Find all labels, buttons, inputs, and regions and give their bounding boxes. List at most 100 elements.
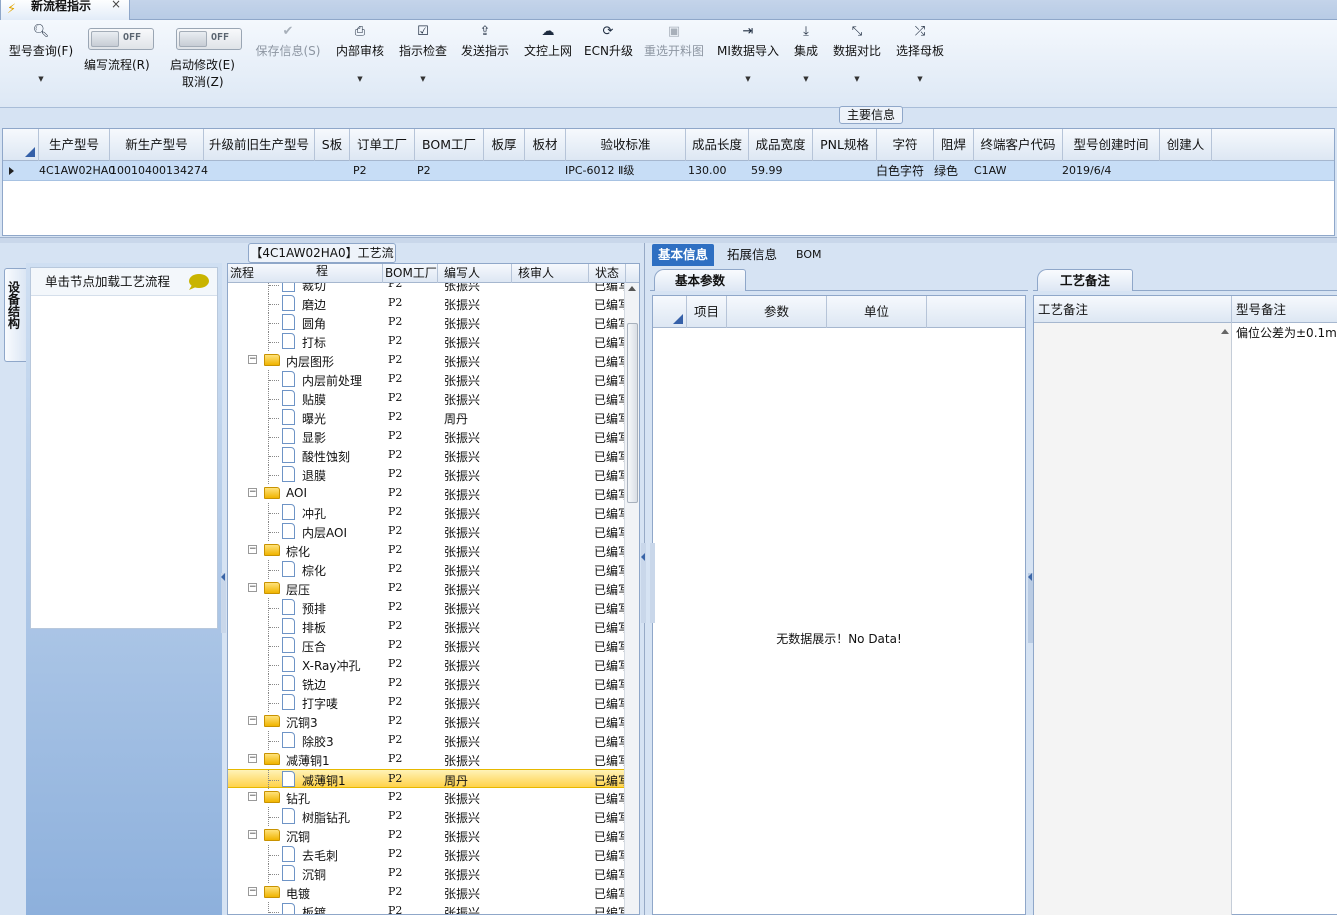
tree-row[interactable]: − 层压 P2 张振兴 已编写 (228, 579, 626, 598)
tree-row[interactable]: 树脂钻孔 P2 张振兴 已编写 (228, 807, 626, 826)
tree-row[interactable]: 内层AOI P2 张振兴 已编写 (228, 522, 626, 541)
chevron-down-icon[interactable]: ▼ (789, 75, 823, 83)
col-customer-code[interactable]: 终端客户代码 (974, 129, 1063, 161)
col-new-model[interactable]: 新生产型号 (110, 129, 204, 161)
doc-online-button[interactable]: ☁ 文控上网 (521, 20, 575, 108)
close-tab-icon[interactable]: × (111, 0, 121, 11)
tree-row[interactable]: − 沉铜 P2 张振兴 已编写 (228, 826, 626, 845)
collapse-icon[interactable]: − (248, 887, 257, 896)
grid-corner[interactable] (653, 296, 687, 328)
collapse-icon[interactable]: − (248, 355, 257, 364)
tab-extended-info[interactable]: 拓展信息 (721, 244, 783, 266)
tree-row[interactable]: 去毛刺 P2 张振兴 已编写 (228, 845, 626, 864)
select-template-button[interactable]: ⤮ 选择母板 ▼ (893, 20, 947, 108)
collapse-icon[interactable]: − (248, 754, 257, 763)
collapse-icon[interactable]: − (248, 545, 257, 554)
col-character[interactable]: 字符 (877, 129, 934, 161)
collapse-icon[interactable]: − (248, 716, 257, 725)
collapse-icon[interactable]: − (248, 583, 257, 592)
tree-row[interactable]: 打标 P2 张振兴 已编写 (228, 332, 626, 351)
tree-row[interactable]: 裁切 P2 张振兴 已编写 (228, 283, 626, 294)
cell-model[interactable]: 4C1AW02HA0 (39, 161, 115, 181)
grid-corner[interactable] (3, 129, 39, 161)
table-row[interactable]: 4C1AW02HA0 10010400134274 P2 P2 IPC-6012… (3, 161, 1334, 181)
param-col-item[interactable]: 项目 (687, 296, 727, 328)
send-instruction-button[interactable]: ⇪ 发送指示 (458, 20, 512, 108)
process-remark-textarea[interactable] (1034, 323, 1232, 915)
col-bom-factory[interactable]: BOM工厂 (415, 129, 484, 161)
col-created[interactable]: 型号创建时间 (1063, 129, 1160, 161)
cell-bom-factory[interactable]: P2 (417, 161, 431, 181)
tree-row[interactable]: − 棕化 P2 张振兴 已编写 (228, 541, 626, 560)
tree-col-bom[interactable]: BOM工厂 (383, 264, 438, 283)
ecn-upgrade-button[interactable]: ⟳ ECN升级 (584, 20, 633, 108)
cell-created[interactable]: 2019/6/4 (1062, 161, 1111, 181)
tab-process-remark[interactable]: 工艺备注 (1037, 269, 1133, 291)
tree-row[interactable]: 压合 P2 张振兴 已编写 (228, 636, 626, 655)
tree-col-flow[interactable]: 流程 (228, 264, 383, 283)
cell-character[interactable]: 白色字符 (876, 161, 924, 181)
tree-row[interactable]: 打字唛 P2 张振兴 已编写 (228, 693, 626, 712)
reselect-material-map-button[interactable]: ▣ 重选开料图 (641, 20, 707, 108)
mid-splitter-grip[interactable] (650, 543, 655, 623)
cancel-button[interactable]: 取消(Z) (182, 73, 224, 90)
tab-equipment-structure[interactable]: 设备结构 (4, 268, 26, 362)
col-thickness[interactable]: 板厚 (484, 129, 525, 161)
tree-scrollbar[interactable] (624, 283, 639, 914)
tree-row[interactable]: 板镀 P2 张振兴 已编写 (228, 902, 626, 914)
tree-row[interactable]: 沉铜 P2 张振兴 已编写 (228, 864, 626, 883)
param-col-unit[interactable]: 单位 (827, 296, 927, 328)
write-flow-toggle[interactable]: OFF (88, 28, 154, 50)
tree-row[interactable]: − 内层图形 P2 张振兴 已编写 (228, 351, 626, 370)
col-order-factory[interactable]: 订单工厂 (350, 129, 415, 161)
cell-length[interactable]: 130.00 (688, 161, 727, 181)
tree-row[interactable]: 除胶3 P2 张振兴 已编写 (228, 731, 626, 750)
tree-col-reviewer[interactable]: 核审人 (512, 264, 589, 283)
col-model-remark[interactable]: 型号备注 (1232, 296, 1337, 323)
cell-width[interactable]: 59.99 (751, 161, 783, 181)
tab-basic-info[interactable]: 基本信息 (652, 244, 715, 266)
tree-row[interactable]: 曝光 P2 周丹 已编写 (228, 408, 626, 427)
tree-row[interactable]: 退膜 P2 张振兴 已编写 (228, 465, 626, 484)
cell-order-factory[interactable]: P2 (353, 161, 367, 181)
tree-row[interactable]: − 沉铜3 P2 张振兴 已编写 (228, 712, 626, 731)
col-width[interactable]: 成品宽度 (749, 129, 813, 161)
save-info-button[interactable]: ✔ 保存信息(S) (252, 20, 324, 108)
scroll-up-icon[interactable] (1221, 329, 1229, 334)
structure-hint[interactable]: 单击节点加载工艺流程 (31, 268, 217, 296)
col-solder-mask[interactable]: 阻焊 (934, 129, 974, 161)
chevron-down-icon[interactable]: ▼ (893, 75, 947, 83)
cell-solder-mask[interactable]: 绿色 (934, 161, 958, 181)
chevron-down-icon[interactable]: ▼ (4, 75, 78, 83)
cell-new-model[interactable]: 10010400134274 (110, 161, 208, 181)
internal-review-button[interactable]: ⎙ 内部审核 ▼ (333, 20, 387, 108)
tree-col-writer[interactable]: 编写人 (438, 264, 512, 283)
col-old-model[interactable]: 升级前旧生产型号 (204, 129, 315, 161)
tree-row[interactable]: − 电镀 P2 张振兴 已编写 (228, 883, 626, 902)
start-modify-toggle[interactable]: OFF (176, 28, 242, 50)
data-compare-button[interactable]: ⤡ 数据对比 ▼ (830, 20, 884, 108)
tree-row[interactable]: 酸性蚀刻 P2 张振兴 已编写 (228, 446, 626, 465)
collapse-icon[interactable]: − (248, 792, 257, 801)
tree-row[interactable]: 显影 P2 张振兴 已编写 (228, 427, 626, 446)
cell-customer-code[interactable]: C1AW (974, 161, 1006, 181)
tree-splitter-grip[interactable] (641, 543, 646, 623)
tree-row[interactable]: 减薄铜1 P2 周丹 已编写 (228, 769, 626, 789)
scroll-thumb[interactable] (627, 323, 638, 503)
tree-row[interactable]: 贴膜 P2 张振兴 已编写 (228, 389, 626, 408)
tree-row[interactable]: X-Ray冲孔 P2 张振兴 已编写 (228, 655, 626, 674)
tree-row[interactable]: 预排 P2 张振兴 已编写 (228, 598, 626, 617)
col-model[interactable]: 生产型号 (39, 129, 110, 161)
col-material[interactable]: 板材 (525, 129, 566, 161)
tree-row[interactable]: 内层前处理 P2 张振兴 已编写 (228, 370, 626, 389)
tab-basic-params[interactable]: 基本参数 (654, 269, 746, 291)
collapse-icon[interactable]: − (248, 488, 257, 497)
tree-row[interactable]: − AOI P2 张振兴 已编写 (228, 484, 626, 503)
chevron-down-icon[interactable]: ▼ (830, 75, 884, 83)
col-standard[interactable]: 验收标准 (566, 129, 686, 161)
col-process-remark[interactable]: 工艺备注 (1034, 296, 1232, 323)
document-tab[interactable]: ⚡ 新流程指示 × (0, 0, 130, 20)
col-s-board[interactable]: S板 (315, 129, 350, 161)
scroll-up-icon[interactable] (628, 286, 636, 291)
tree-row[interactable]: 冲孔 P2 张振兴 已编写 (228, 503, 626, 522)
